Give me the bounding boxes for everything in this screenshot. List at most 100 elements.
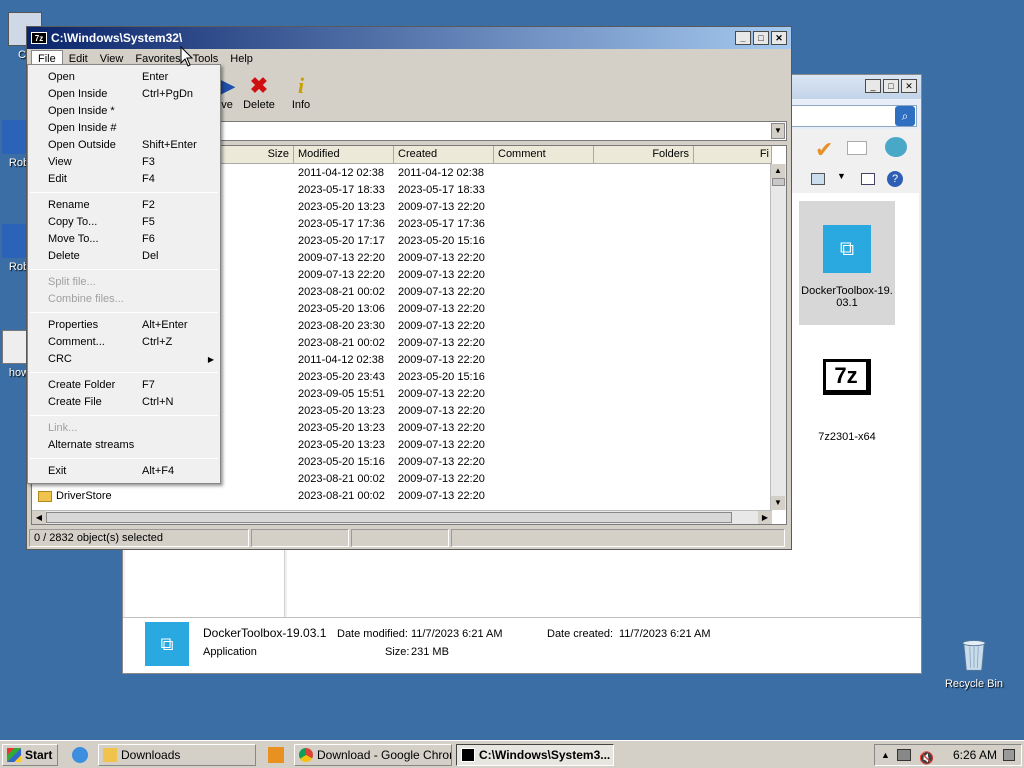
menu-item-copy-to[interactable]: Copy To... F5 xyxy=(28,214,220,231)
menu-item-move-to[interactable]: Move To... F6 xyxy=(28,231,220,248)
column-files[interactable]: Fi xyxy=(694,146,772,164)
minimize-button[interactable]: _ xyxy=(735,31,751,45)
menu-separator xyxy=(30,415,218,416)
clock[interactable]: 6:26 AM xyxy=(953,745,997,765)
menu-item-create-folder[interactable]: Create Folder F7 xyxy=(28,377,220,394)
status-bar: 0 / 2832 object(s) selected xyxy=(29,529,789,547)
file-tile[interactable]: 7z 7z2301-x64 xyxy=(799,333,895,443)
file-tile[interactable]: ⧉ DockerToolbox-19. 03.1 xyxy=(799,201,895,325)
menu-item-label: Properties xyxy=(48,319,99,331)
cell-created: 2023-05-20 15:16 xyxy=(398,235,485,247)
scroll-left-icon[interactable]: ◀ xyxy=(32,511,46,524)
delete-x-icon: ✖ xyxy=(249,73,269,98)
start-button[interactable]: Start xyxy=(2,744,58,766)
menu-item-properties[interactable]: Properties Alt+Enter xyxy=(28,317,220,334)
checkmark-icon[interactable]: ✔ xyxy=(815,137,833,163)
menu-item-open-outside[interactable]: Open Outside Shift+Enter xyxy=(28,137,220,154)
vertical-scrollbar[interactable]: ▲ ▼ xyxy=(770,164,786,510)
menu-item-alternate-streams[interactable]: Alternate streams xyxy=(28,437,220,454)
taskbar-item-downloads[interactable]: Downloads xyxy=(98,744,256,766)
ie-icon[interactable] xyxy=(72,747,88,763)
scroll-down-icon[interactable]: ▼ xyxy=(771,496,785,510)
menu-item-shortcut: F2 xyxy=(142,199,155,211)
info-button[interactable]: i Info xyxy=(279,73,323,111)
preview-pane-icon[interactable] xyxy=(861,173,875,185)
cell-created: 2009-07-13 22:20 xyxy=(398,388,485,400)
mail-icon[interactable] xyxy=(847,141,867,155)
docker-toolbox-icon: ⧉ xyxy=(823,225,871,273)
menu-item-view[interactable]: View F3 xyxy=(28,154,220,171)
scroll-thumb[interactable] xyxy=(772,178,785,186)
cell-modified: 2023-05-20 23:43 xyxy=(298,371,385,383)
menu-item-label: Link... xyxy=(48,422,78,434)
taskbar-item-chrome[interactable]: Download - Google Chrome xyxy=(294,744,452,766)
minimize-button[interactable]: _ xyxy=(865,79,881,93)
globe-icon[interactable] xyxy=(885,137,907,157)
recycle-bin-icon xyxy=(962,640,986,671)
taskbar-item-7zip[interactable]: C:\Windows\System3... xyxy=(456,744,614,766)
cell-modified: 2009-07-13 22:20 xyxy=(298,252,385,264)
menu-item-comment[interactable]: Comment... Ctrl+Z xyxy=(28,334,220,351)
menu-separator xyxy=(30,372,218,373)
horizontal-scrollbar[interactable]: ◀ ▶ xyxy=(32,510,772,524)
network-icon[interactable] xyxy=(897,749,911,761)
7zip-window-controls: _ □ ✕ xyxy=(735,31,787,45)
taskbar: Start Downloads Download - Google Chrome… xyxy=(0,740,1024,768)
menu-item-open-inside[interactable]: Open Inside Ctrl+PgDn xyxy=(28,86,220,103)
cell-created: 2009-07-13 22:20 xyxy=(398,303,485,315)
menu-item-combine-files: Combine files... xyxy=(28,291,220,308)
scroll-thumb[interactable] xyxy=(46,512,732,523)
column-folders[interactable]: Folders xyxy=(594,146,694,164)
scroll-up-icon[interactable]: ▲ xyxy=(771,164,785,178)
volume-muted-icon[interactable]: 🔇 xyxy=(919,748,934,768)
7zip-titlebar[interactable]: 7z C:\Windows\System32\ _ □ ✕ xyxy=(27,27,791,49)
chevron-down-icon[interactable]: ▼ xyxy=(837,171,846,181)
cell-created: 2009-07-13 22:20 xyxy=(398,422,485,434)
menu-item-open-inside[interactable]: Open Inside * xyxy=(28,103,220,120)
close-button[interactable]: ✕ xyxy=(771,31,787,45)
menu-item-edit[interactable]: Edit F4 xyxy=(28,171,220,188)
taskbar-item-label: Download - Google Chrome xyxy=(317,748,452,762)
scroll-right-icon[interactable]: ▶ xyxy=(758,511,772,524)
menu-item-crc[interactable]: CRC ▶ xyxy=(28,351,220,368)
chevron-up-icon[interactable]: ▲ xyxy=(881,745,890,765)
menu-item-delete[interactable]: Delete Del xyxy=(28,248,220,265)
view-icon[interactable] xyxy=(811,173,825,185)
menu-item-shortcut: Shift+Enter xyxy=(142,139,197,151)
maximize-button[interactable]: □ xyxy=(753,31,769,45)
action-center-icon[interactable] xyxy=(1003,749,1015,761)
column-created[interactable]: Created xyxy=(394,146,494,164)
search-icon[interactable]: ⌕ xyxy=(895,106,915,126)
menu-item-create-file[interactable]: Create File Ctrl+N xyxy=(28,394,220,411)
menu-item-exit[interactable]: Exit Alt+F4 xyxy=(28,463,220,480)
chevron-down-icon[interactable]: ▼ xyxy=(771,123,785,139)
folder-icon xyxy=(38,491,52,502)
table-row[interactable]: DriverStore 2023-08-21 00:02 2009-07-13 22… xyxy=(32,488,772,505)
maximize-button[interactable]: □ xyxy=(883,79,899,93)
cell-created: 2023-05-17 18:33 xyxy=(398,184,485,196)
menu-item-rename[interactable]: Rename F2 xyxy=(28,197,220,214)
column-comment[interactable]: Comment xyxy=(494,146,594,164)
menu-item-open-inside[interactable]: Open Inside # xyxy=(28,120,220,137)
menu-item-label: Copy To... xyxy=(48,216,98,228)
explorer-window-controls: _ □ ✕ xyxy=(865,79,917,93)
menu-item-label: Create File xyxy=(48,396,102,408)
menu-item-shortcut: Ctrl+Z xyxy=(142,336,173,348)
desktop-icon-recycle-bin[interactable]: Recycle Bin xyxy=(938,638,1010,690)
delete-button[interactable]: ✖ Delete xyxy=(237,73,281,111)
close-button[interactable]: ✕ xyxy=(901,79,917,93)
column-modified[interactable]: Modified xyxy=(294,146,394,164)
docker-toolbox-icon: ⧉ xyxy=(145,622,189,666)
menu-separator xyxy=(30,312,218,313)
menu-item-label: Combine files... xyxy=(48,293,124,305)
cell-modified: 2023-05-20 13:06 xyxy=(298,303,385,315)
media-player-icon[interactable] xyxy=(268,747,284,763)
help-icon[interactable]: ? xyxy=(887,171,903,187)
menu-item-label: Move To... xyxy=(48,233,99,245)
menu-help[interactable]: Help xyxy=(224,51,259,67)
menu-item-open[interactable]: Open Enter xyxy=(28,69,220,86)
menu-item-label: Delete xyxy=(48,250,80,262)
cell-created: 2009-07-13 22:20 xyxy=(398,354,485,366)
menu-item-label: CRC xyxy=(48,353,72,365)
start-label: Start xyxy=(25,748,53,762)
